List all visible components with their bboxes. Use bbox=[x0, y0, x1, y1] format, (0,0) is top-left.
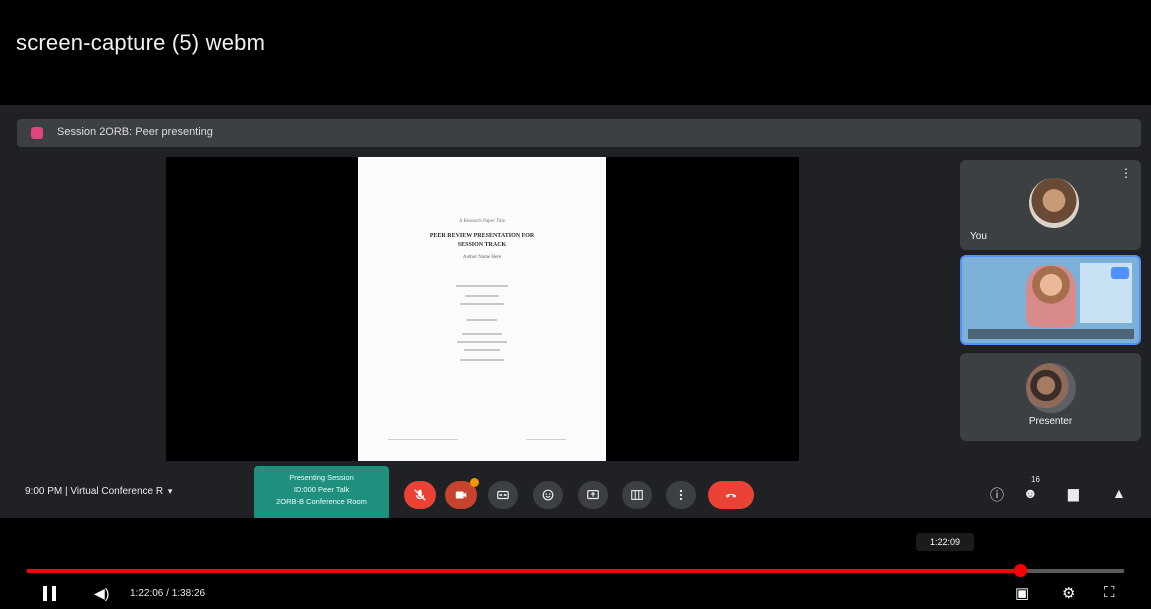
camera-button[interactable] bbox=[445, 478, 479, 509]
captions-button[interactable] bbox=[488, 481, 518, 509]
more-options-icon bbox=[679, 489, 683, 501]
total-time: 1:38:26 bbox=[171, 588, 206, 599]
chat-icon[interactable]: ▆ bbox=[1068, 485, 1079, 502]
meeting-control-bar: 9:00 PM | Virtual Conference R ▾ Present… bbox=[0, 466, 1151, 520]
document-text-block bbox=[467, 319, 497, 321]
current-time: 1:22:06 bbox=[130, 588, 164, 599]
time-display: 1:22:06 / 1:38:26 bbox=[130, 588, 205, 599]
presenting-popup: Presenting Session ID:000 Peer Talk 2ORB… bbox=[254, 466, 389, 520]
end-call-button[interactable] bbox=[708, 481, 754, 509]
volume-icon[interactable]: ◀) bbox=[94, 585, 109, 602]
document-line: A Research Paper Title bbox=[459, 219, 505, 224]
recording-banner-text: Session 2ORB: Peer presenting bbox=[57, 126, 213, 138]
document-line: SESSION TRACK bbox=[457, 242, 507, 248]
participant-tile-active[interactable] bbox=[960, 255, 1141, 345]
document-text-block bbox=[462, 333, 502, 335]
participant-tile[interactable]: Presenter bbox=[960, 353, 1141, 441]
video-title-bar: screen-capture (5) webm bbox=[0, 0, 1151, 105]
document-footer bbox=[388, 439, 458, 440]
captions-icon bbox=[497, 490, 509, 500]
participant-name: Presenter bbox=[1028, 416, 1073, 427]
end-call-icon bbox=[725, 493, 737, 498]
emoji-icon bbox=[542, 489, 554, 501]
shared-presentation: A Research Paper Title PEER REVIEW PRESE… bbox=[166, 157, 799, 461]
meeting-view: Session 2ORB: Peer presenting A Research… bbox=[0, 105, 1151, 520]
grid-icon bbox=[631, 490, 643, 500]
recording-banner: Session 2ORB: Peer presenting bbox=[17, 119, 1141, 147]
participant-video bbox=[1026, 265, 1076, 327]
participant-name: You bbox=[970, 231, 987, 242]
video-player-page: screen-capture (5) webm Session 2ORB: Pe… bbox=[0, 0, 1151, 609]
fullscreen-icon[interactable]: ⛶ bbox=[1104, 584, 1115, 601]
scrub-handle[interactable] bbox=[1014, 564, 1028, 577]
pause-icon bbox=[52, 586, 56, 601]
time-separator: / bbox=[163, 588, 172, 599]
info-icon[interactable]: ⓘ bbox=[990, 485, 1004, 505]
video-title: screen-capture (5) webm bbox=[16, 30, 266, 55]
present-button[interactable] bbox=[578, 481, 608, 509]
document-page: A Research Paper Title PEER REVIEW PRESE… bbox=[358, 157, 606, 461]
popup-line: Presenting Session bbox=[289, 473, 354, 482]
emoji-button[interactable] bbox=[533, 481, 563, 509]
document-line: PEER REVIEW PRESENTATION FOR bbox=[429, 233, 535, 239]
meeting-separator: | bbox=[65, 486, 68, 497]
participant-tile[interactable]: ⋮ You bbox=[960, 160, 1141, 250]
people-button[interactable]: 16 ☻ bbox=[1023, 475, 1040, 501]
document-text-block bbox=[465, 295, 499, 297]
more-options-button[interactable] bbox=[666, 481, 696, 509]
hover-time-tooltip: 1:22:09 bbox=[916, 533, 974, 551]
popup-line: 2ORB-B Conference Room bbox=[276, 497, 367, 506]
people-icon: ☻ bbox=[1023, 485, 1038, 501]
avatar bbox=[1029, 178, 1079, 228]
document-footer bbox=[526, 439, 566, 440]
activities-icon[interactable]: ▲ bbox=[1112, 485, 1126, 501]
camera-icon bbox=[455, 491, 467, 499]
present-icon bbox=[587, 490, 599, 500]
more-options-icon[interactable]: ⋮ bbox=[1119, 166, 1133, 180]
settings-icon[interactable]: ⚙ bbox=[1062, 584, 1075, 602]
meeting-info: 9:00 PM | Virtual Conference R ▾ bbox=[25, 486, 172, 497]
recording-icon bbox=[31, 127, 43, 139]
subtitles-icon[interactable]: ▣ bbox=[1015, 584, 1029, 602]
meeting-name: Virtual Conference R bbox=[70, 486, 164, 497]
video-player-controls: 1:22:09 ◀) 1:22:06 / 1:38:26 ▣ ⚙ ⛶ bbox=[0, 518, 1151, 609]
activities-button[interactable] bbox=[622, 481, 652, 509]
pause-button[interactable] bbox=[43, 586, 57, 601]
screen-share-icon bbox=[1111, 267, 1129, 279]
document-line: Author Name Here bbox=[462, 255, 502, 260]
document-text-block bbox=[460, 303, 504, 305]
meeting-time: 9:00 PM bbox=[25, 486, 63, 497]
document-text-block bbox=[457, 341, 507, 343]
mic-off-icon bbox=[414, 489, 426, 501]
caption-strip bbox=[968, 329, 1134, 339]
progress-fill bbox=[27, 569, 1021, 573]
participant-count: 16 bbox=[1031, 475, 1040, 484]
chevron-down-icon[interactable]: ▾ bbox=[168, 486, 173, 497]
document-text-block bbox=[456, 285, 508, 287]
mic-button[interactable] bbox=[404, 481, 436, 509]
notification-badge bbox=[470, 478, 479, 487]
avatar bbox=[1026, 363, 1076, 413]
document-text-block bbox=[460, 359, 504, 361]
popup-line: ID:000 Peer Talk bbox=[293, 485, 350, 494]
pause-icon bbox=[43, 586, 47, 601]
document-text-block bbox=[464, 349, 500, 351]
progress-bar[interactable] bbox=[27, 564, 1124, 577]
